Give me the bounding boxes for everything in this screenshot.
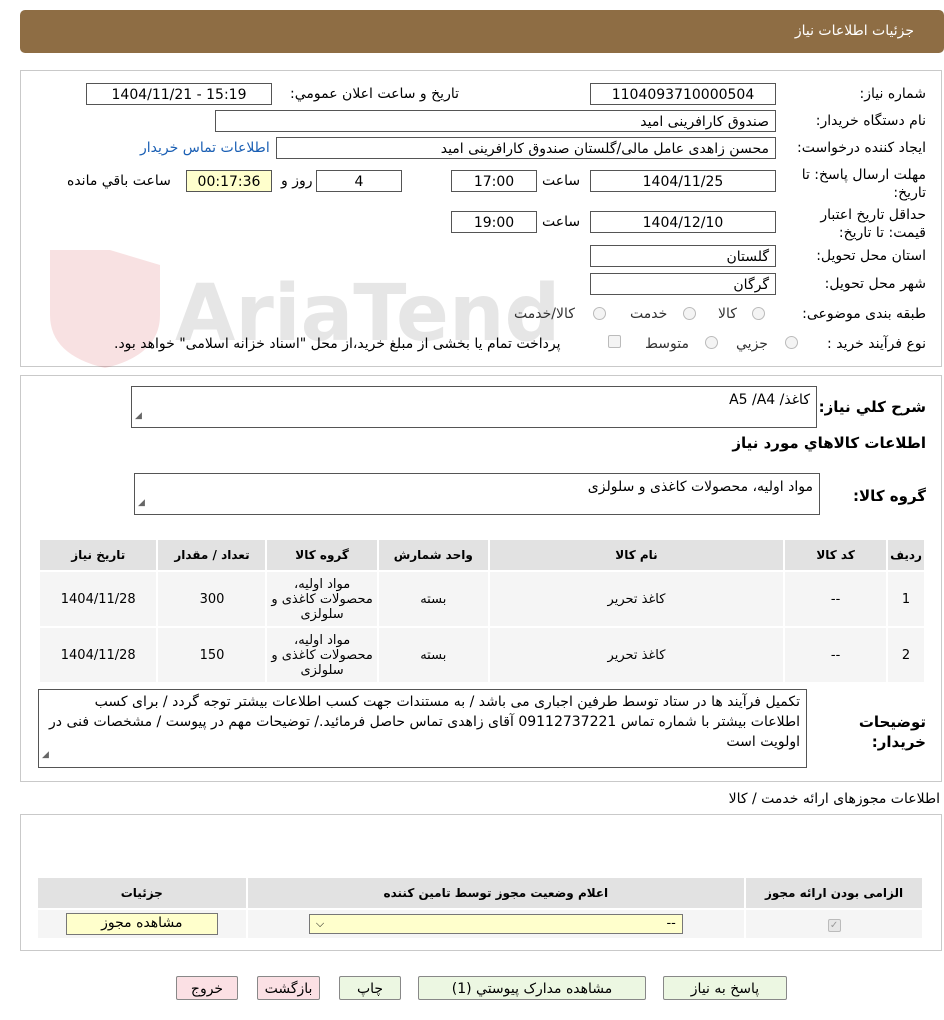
- col-date: تاریخ نیاز: [37, 538, 159, 572]
- col-name: نام کالا: [487, 538, 786, 572]
- description-field[interactable]: کاغذ/ A5 /A4 ◢: [131, 386, 817, 428]
- resize-grip-icon[interactable]: ◢: [138, 494, 145, 512]
- cell-code: --: [783, 570, 889, 628]
- treasury-checkbox[interactable]: [608, 335, 621, 348]
- need-number-label: شماره نیاز:: [859, 86, 927, 102]
- resize-grip-icon[interactable]: ◢: [135, 407, 142, 425]
- cell-permit-details: مشاهده مجوز: [36, 908, 248, 940]
- cell-date: 1404/11/28: [37, 570, 159, 628]
- cell-qty: 150: [156, 626, 268, 684]
- cell-group: مواد اولیه، محصولات کاغذی و سلولزی: [265, 570, 379, 628]
- province-field: گلستان: [590, 245, 776, 267]
- category-service-radio[interactable]: [683, 307, 696, 320]
- remaining-label: ساعت باقي مانده: [67, 173, 171, 189]
- goods-group-label: گروه کالا:: [853, 487, 926, 505]
- creator-field: محسن زاهدی عامل مالی/گلستان صندوق كارافر…: [276, 137, 776, 159]
- goods-table-header: ردیف کد کالا نام کالا واحد شمارش گروه کا…: [37, 538, 926, 572]
- category-both-label: کالا/خدمت: [514, 306, 575, 322]
- category-goods-radio[interactable]: [752, 307, 765, 320]
- col-unit: واحد شمارش: [376, 538, 490, 572]
- permit-status-value: --: [666, 916, 676, 931]
- col-group: گروه کالا: [265, 538, 379, 572]
- view-permit-button[interactable]: مشاهده مجوز: [65, 913, 218, 935]
- cell-row: 2: [886, 626, 926, 684]
- need-number-field: 1104093710000504: [590, 83, 776, 105]
- buyer-org-label: نام دستگاه خریدار:: [815, 113, 926, 129]
- validity-time-field: 19:00: [451, 211, 537, 233]
- description-text: کاغذ/ A5 /A4: [729, 392, 810, 408]
- buyer-notes-field[interactable]: تکمیل فرآیند ها در ستاد توسط طرفین اجبار…: [38, 689, 807, 768]
- cell-group: مواد اولیه، محصولات کاغذی و سلولزی: [265, 626, 379, 684]
- process-medium-label: متوسط: [645, 336, 689, 352]
- creator-label: ایجاد کننده درخواست:: [797, 140, 926, 156]
- deadline-time-field: 17:00: [451, 170, 537, 192]
- cell-permit-required: ✓: [744, 908, 924, 940]
- buyer-org-field: صندوق كارافرینی امید: [215, 110, 776, 132]
- goods-section-title: اطلاعات کالاهاي مورد نیاز: [732, 434, 926, 452]
- permits-table-header: الزامی بودن ارائه مجوز اعلام وضعیت مجوز …: [36, 876, 924, 910]
- announce-label: تاریخ و ساعت اعلان عمومي:: [290, 86, 459, 102]
- cell-unit: بسته: [376, 570, 490, 628]
- permit-status-select[interactable]: -- ⌵: [308, 914, 683, 934]
- print-button[interactable]: چاپ: [339, 976, 401, 1000]
- col-qty: تعداد / مقدار: [156, 538, 268, 572]
- col-permit-required: الزامی بودن ارائه مجوز: [744, 876, 924, 910]
- goods-group-text: مواد اولیه، محصولات کاغذی و سلولزی: [587, 479, 813, 495]
- validity-time-label: ساعت: [542, 214, 581, 230]
- process-minor-label: جزیي: [736, 336, 768, 352]
- permits-section-title: اطلاعات مجوزهای ارائه خدمت / کالا: [728, 791, 940, 807]
- process-label: نوع فرآیند خرید :: [827, 336, 926, 352]
- category-label: طبقه بندی موضوعی:: [802, 306, 926, 322]
- page-header: جزئیات اطلاعات نیاز: [20, 10, 944, 53]
- remaining-time-field: 00:17:36: [186, 170, 272, 192]
- deadline-date-field: 1404/11/25: [590, 170, 776, 192]
- category-service-label: خدمت: [630, 306, 668, 322]
- cell-permit-status: -- ⌵: [245, 908, 747, 940]
- buyer-contact-link[interactable]: اطلاعات تماس خریدار: [140, 140, 270, 156]
- col-permit-details: جزئیات: [36, 876, 248, 910]
- deadline-label: مهلت ارسال پاسخ: تا تاریخ:: [801, 167, 926, 201]
- days-field: 4: [316, 170, 402, 192]
- description-label: شرح كلي نیاز:: [818, 398, 926, 416]
- deadline-time-label: ساعت: [542, 173, 581, 189]
- treasury-note: پرداخت تمام یا بخشی از مبلغ خرید،از محل …: [114, 336, 561, 352]
- cell-row: 1: [886, 570, 926, 628]
- attachments-button[interactable]: مشاهده مدارک پیوستي (1): [418, 976, 646, 1000]
- category-both-radio[interactable]: [593, 307, 606, 320]
- process-medium-radio[interactable]: [705, 336, 718, 349]
- cell-code: --: [783, 626, 889, 684]
- permit-required-checkbox: ✓: [827, 918, 841, 932]
- exit-button[interactable]: خروج: [176, 976, 238, 1000]
- resize-grip-icon[interactable]: ◢: [42, 745, 49, 765]
- goods-group-field[interactable]: مواد اولیه، محصولات کاغذی و سلولزی ◢: [134, 473, 820, 515]
- table-row: 2 -- کاغذ تحریر بسته مواد اولیه، محصولات…: [37, 626, 926, 684]
- city-label: شهر محل تحویل:: [824, 276, 926, 292]
- page-title: جزئیات اطلاعات نیاز: [794, 23, 914, 39]
- cell-unit: بسته: [376, 626, 490, 684]
- process-minor-radio[interactable]: [785, 336, 798, 349]
- city-field: گرگان: [590, 273, 776, 295]
- col-row: ردیف: [886, 538, 926, 572]
- cell-qty: 300: [156, 570, 268, 628]
- cell-date: 1404/11/28: [37, 626, 159, 684]
- validity-label: حداقل تاریخ اعتبار قیمت: تا تاریخ:: [820, 207, 926, 241]
- table-row: 1 -- کاغذ تحریر بسته مواد اولیه، محصولات…: [37, 570, 926, 628]
- announce-field: 1404/11/21 - 15:19: [86, 83, 272, 105]
- col-code: کد کالا: [783, 538, 889, 572]
- back-button[interactable]: بازگشت: [257, 976, 320, 1000]
- cell-name: کاغذ تحریر: [487, 570, 786, 628]
- buyer-notes-text: تکمیل فرآیند ها در ستاد توسط طرفین اجبار…: [49, 694, 800, 750]
- chevron-down-icon: ⌵: [315, 917, 325, 930]
- goods-table: ردیف کد کالا نام کالا واحد شمارش گروه کا…: [37, 538, 926, 684]
- cell-name: کاغذ تحریر: [487, 626, 786, 684]
- table-row: ✓ -- ⌵ مشاهده مجوز: [36, 908, 924, 940]
- buyer-notes-label: توضیحات خریدار:: [858, 713, 926, 751]
- days-label: روز و: [281, 173, 313, 189]
- province-label: استان محل تحویل:: [816, 248, 926, 264]
- col-permit-status: اعلام وضعیت مجوز توسط تامین کننده: [245, 876, 747, 910]
- permits-table: الزامی بودن ارائه مجوز اعلام وضعیت مجوز …: [36, 876, 924, 940]
- category-goods-label: کالا: [718, 306, 737, 322]
- reply-button[interactable]: پاسخ به نیاز: [663, 976, 787, 1000]
- validity-date-field: 1404/12/10: [590, 211, 776, 233]
